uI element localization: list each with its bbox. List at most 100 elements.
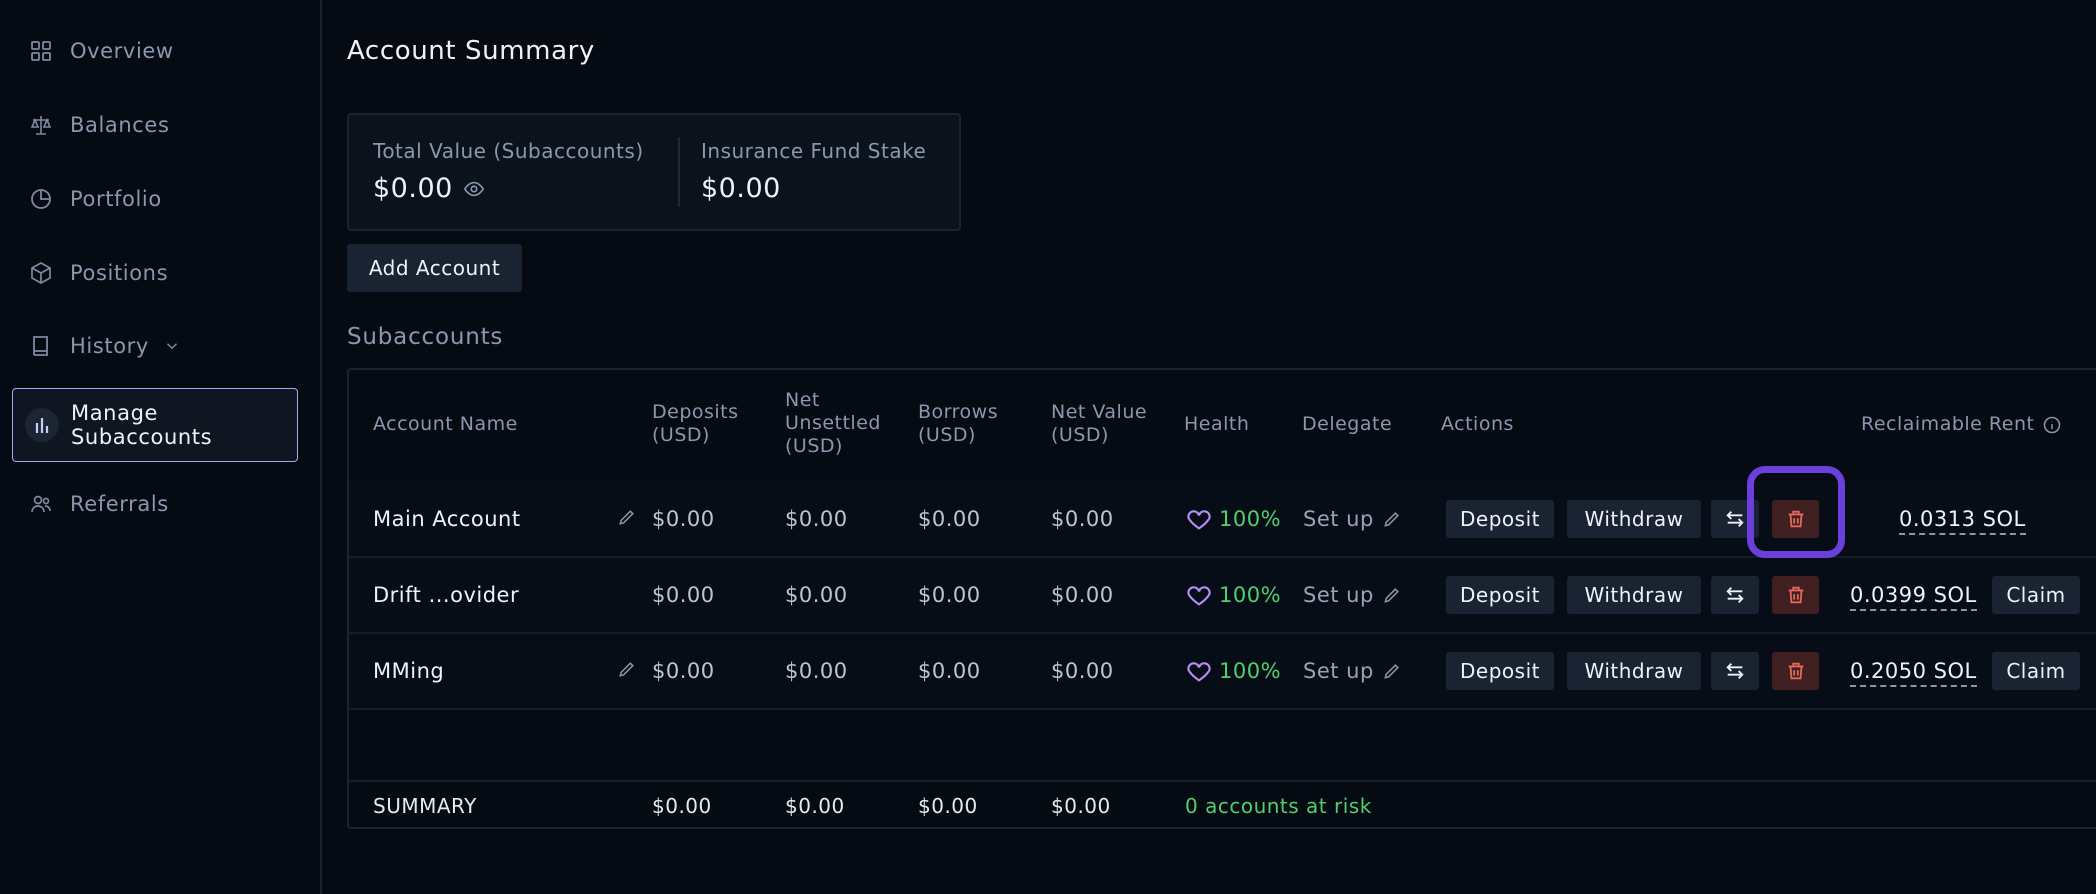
sidebar-item-positions[interactable]: Positions bbox=[12, 238, 298, 308]
edit-name-icon[interactable] bbox=[617, 659, 637, 679]
scale-icon bbox=[28, 112, 54, 138]
total-value: $0.00 bbox=[373, 173, 453, 204]
table-row: Drift ...ovider $0.00 $0.00 $0.00 $0.00 … bbox=[349, 558, 2096, 634]
health-value: 100% bbox=[1219, 583, 1282, 607]
reclaimable-rent[interactable]: 0.0313 SOL bbox=[1899, 482, 2026, 556]
header-line: (USD) bbox=[785, 435, 843, 457]
header-borrows: Borrows (USD) bbox=[918, 401, 998, 447]
sidebar-item-balances[interactable]: Balances bbox=[12, 90, 298, 160]
total-value-stat: Total Value (Subaccounts) $0.00 bbox=[373, 139, 644, 204]
header-line: Net Value bbox=[1051, 401, 1148, 423]
net-value: $0.00 bbox=[1051, 507, 1114, 531]
unsettled-value: $0.00 bbox=[785, 583, 848, 607]
label-line-1: Manage bbox=[71, 401, 159, 425]
label-line-2: Subaccounts bbox=[71, 425, 213, 449]
header-net-value: Net Value (USD) bbox=[1051, 401, 1147, 447]
trash-icon bbox=[1788, 510, 1803, 528]
transfer-icon bbox=[1726, 663, 1744, 679]
reclaimable-rent[interactable]: 0.2050 SOL bbox=[1850, 634, 1977, 708]
heart-icon bbox=[1187, 586, 1211, 606]
header-reclaimable-rent: Reclaimable Rent bbox=[1861, 413, 2062, 436]
account-name: MMing bbox=[373, 659, 445, 683]
sidebar-item-label: Manage Subaccounts bbox=[71, 401, 212, 449]
sidebar-item-history[interactable]: History bbox=[12, 311, 298, 381]
deposit-button[interactable]: Deposit bbox=[1446, 576, 1554, 614]
divider bbox=[678, 137, 680, 207]
summary-label: SUMMARY bbox=[373, 794, 477, 818]
health-value: 100% bbox=[1219, 659, 1282, 683]
reclaimable-rent[interactable]: 0.0399 SOL bbox=[1850, 558, 1977, 632]
delegate-setup[interactable]: Set up bbox=[1303, 482, 1402, 556]
borrows-value: $0.00 bbox=[918, 507, 981, 531]
deposit-button[interactable]: Deposit bbox=[1446, 652, 1554, 690]
subaccounts-table: Account Name Deposits (USD) Net Unsettle… bbox=[347, 368, 2096, 829]
info-icon[interactable] bbox=[2042, 415, 2062, 435]
claim-button[interactable]: Claim bbox=[1992, 652, 2080, 690]
unsettled-value: $0.00 bbox=[785, 507, 848, 531]
subaccounts-title: Subaccounts bbox=[347, 324, 504, 350]
header-line: (USD) bbox=[1051, 424, 1109, 446]
table-row: MMing $0.00 $0.00 $0.00 $0.00 100% Set u… bbox=[349, 634, 2096, 710]
pie-chart-icon bbox=[28, 186, 54, 212]
transfer-button[interactable] bbox=[1711, 652, 1759, 690]
header-line: Unsettled bbox=[785, 412, 881, 434]
delegate-setup[interactable]: Set up bbox=[1303, 558, 1402, 632]
claim-button[interactable]: Claim bbox=[1992, 576, 2080, 614]
health-value: 100% bbox=[1219, 507, 1282, 531]
insurance-label: Insurance Fund Stake bbox=[701, 139, 927, 163]
sidebar-item-manage-subaccounts[interactable]: Manage Subaccounts bbox=[12, 388, 298, 462]
insurance-value: $0.00 bbox=[701, 173, 781, 204]
account-name: Drift ...ovider bbox=[373, 583, 520, 607]
delegate-setup[interactable]: Set up bbox=[1303, 634, 1402, 708]
rent-value: 0.0399 SOL bbox=[1850, 583, 1977, 611]
pencil-icon bbox=[1384, 512, 1399, 527]
summary-borrows: $0.00 bbox=[918, 794, 978, 818]
insurance-stat: Insurance Fund Stake $0.00 bbox=[701, 139, 926, 204]
header-actions: Actions bbox=[1441, 413, 1514, 435]
delete-button[interactable] bbox=[1772, 500, 1819, 538]
pencil-icon bbox=[1384, 588, 1399, 603]
sidebar-item-label: History bbox=[70, 334, 149, 358]
total-value-label: Total Value (Subaccounts) bbox=[373, 139, 644, 163]
withdraw-button[interactable]: Withdraw bbox=[1567, 500, 1701, 538]
transfer-button[interactable] bbox=[1711, 500, 1759, 538]
trash-icon bbox=[1788, 662, 1803, 680]
sidebar-item-overview[interactable]: Overview bbox=[12, 16, 298, 86]
withdraw-button[interactable]: Withdraw bbox=[1567, 576, 1701, 614]
header-line: Deposits bbox=[652, 401, 739, 423]
deposits-value: $0.00 bbox=[652, 659, 715, 683]
health-cell: 100% bbox=[1185, 482, 1281, 556]
header-line: Borrows bbox=[918, 401, 999, 423]
sidebar: Overview Balances Portfolio Positions Hi… bbox=[0, 0, 322, 894]
sidebar-item-label: Balances bbox=[70, 113, 170, 137]
header-account-name: Account Name bbox=[373, 413, 518, 435]
sidebar-item-referrals[interactable]: Referrals bbox=[12, 469, 298, 539]
rent-value: 0.0313 SOL bbox=[1899, 507, 2026, 535]
health-cell: 100% bbox=[1185, 634, 1281, 708]
header-delegate: Delegate bbox=[1302, 413, 1393, 435]
net-value: $0.00 bbox=[1051, 659, 1114, 683]
add-account-button[interactable]: Add Account bbox=[347, 244, 522, 292]
withdraw-button[interactable]: Withdraw bbox=[1567, 652, 1701, 690]
delete-button[interactable] bbox=[1772, 576, 1819, 614]
sidebar-item-label: Referrals bbox=[70, 492, 169, 516]
borrows-value: $0.00 bbox=[918, 659, 981, 683]
sidebar-item-label: Overview bbox=[70, 39, 174, 63]
transfer-button[interactable] bbox=[1711, 576, 1759, 614]
deposits-value: $0.00 bbox=[652, 507, 715, 531]
eye-icon[interactable] bbox=[463, 178, 485, 200]
deposit-button[interactable]: Deposit bbox=[1446, 500, 1554, 538]
table-header: Account Name Deposits (USD) Net Unsettle… bbox=[349, 370, 2096, 484]
book-icon bbox=[28, 333, 54, 359]
header-line: (USD) bbox=[918, 424, 976, 446]
pencil-icon bbox=[1384, 664, 1399, 679]
users-icon bbox=[28, 491, 54, 517]
delete-button[interactable] bbox=[1772, 652, 1819, 690]
header-line: Reclaimable Rent bbox=[1861, 413, 2035, 435]
header-line: Net bbox=[785, 389, 820, 411]
delegate-label: Set up bbox=[1303, 507, 1374, 531]
summary-card: Total Value (Subaccounts) $0.00 Insuranc… bbox=[347, 113, 961, 231]
sidebar-item-portfolio[interactable]: Portfolio bbox=[12, 164, 298, 234]
edit-name-icon[interactable] bbox=[617, 507, 637, 527]
deposits-value: $0.00 bbox=[652, 583, 715, 607]
